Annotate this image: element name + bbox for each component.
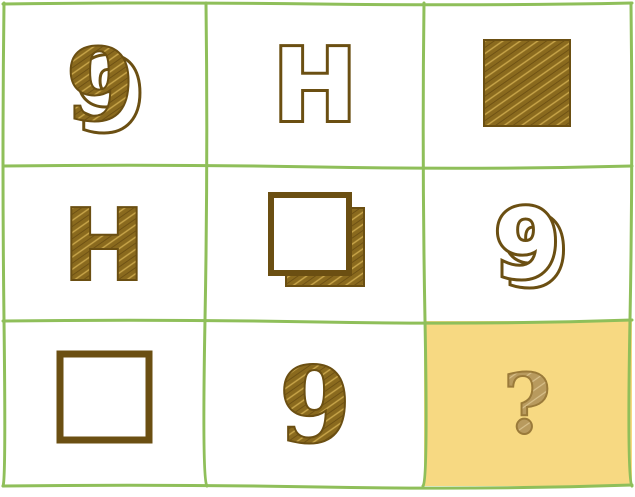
letter-h-outline-glyph: H (273, 27, 357, 144)
nine-solid-glyph: 9 (65, 26, 135, 144)
cell-r1c2[interactable]: H (270, 24, 360, 147)
square-outline-shape (56, 350, 153, 444)
cell-r3c2[interactable]: 9 (277, 342, 352, 468)
cell-r3c1[interactable] (56, 350, 153, 444)
cell-r1c1[interactable]: 9 9 (64, 25, 148, 157)
square-outline-shape (268, 192, 352, 276)
nine-outline-glyph: 9 (494, 190, 560, 300)
cell-r2c1[interactable]: H (61, 186, 147, 305)
cell-r2c3[interactable]: 9 9 (491, 187, 571, 311)
letter-h-solid-glyph: H (62, 187, 146, 304)
cell-r2c2[interactable] (268, 192, 365, 287)
cell-r1c3[interactable] (483, 39, 571, 127)
square-solid-shape (483, 39, 571, 127)
question-mark-icon: ? (503, 357, 551, 453)
cell-r3c3-answer[interactable]: ? (502, 356, 552, 454)
nine-solid-glyph: 9 (278, 343, 351, 467)
puzzle-board: 9 9 H H 9 9 9 ? (1, 1, 634, 490)
